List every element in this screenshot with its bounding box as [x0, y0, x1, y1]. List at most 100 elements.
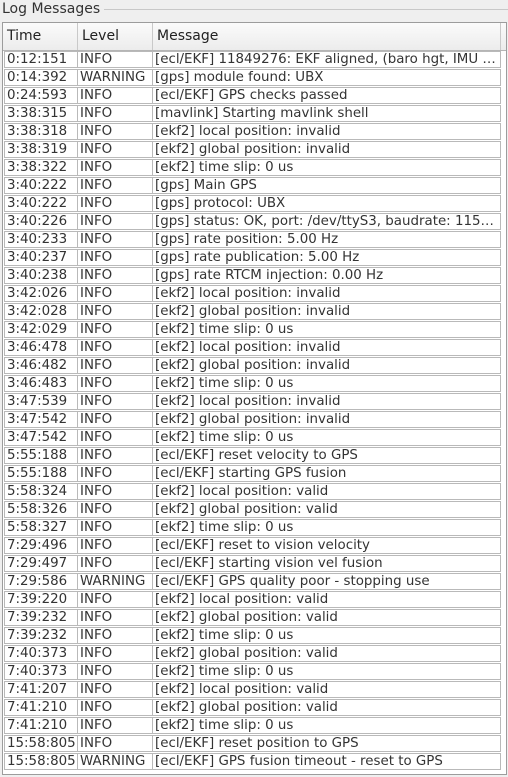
log-level-cell: INFO: [78, 465, 153, 482]
log-message-cell: [ekf2] time slip: 0 us: [153, 159, 501, 176]
table-row[interactable]: 7:40:373 INFO [ekf2] time slip: 0 us: [3, 663, 506, 681]
column-header-time[interactable]: Time: [3, 23, 78, 50]
log-level-cell: INFO: [78, 51, 153, 68]
log-level-cell: INFO: [78, 483, 153, 500]
log-time-cell: 3:40:237: [4, 249, 78, 266]
log-message-cell: [gps] protocol: UBX: [153, 195, 501, 212]
log-time-cell: 7:41:207: [4, 681, 78, 698]
log-level-cell: WARNING: [78, 69, 153, 86]
table-row[interactable]: 3:38:322 INFO [ekf2] time slip: 0 us: [3, 159, 506, 177]
table-row[interactable]: 7:41:210 INFO [ekf2] global position: vali…: [3, 699, 506, 717]
log-time-cell: 3:46:483: [4, 375, 78, 392]
log-time-cell: 7:29:496: [4, 537, 78, 554]
log-level-cell: INFO: [78, 699, 153, 716]
table-row[interactable]: 3:40:226 INFO [gps] status: OK, port: /dev…: [3, 213, 506, 231]
table-row[interactable]: 7:29:497 INFO [ecl/EKF] starting vision ve…: [3, 555, 506, 573]
log-level-cell: INFO: [78, 663, 153, 680]
log-level-cell: WARNING: [78, 573, 153, 590]
log-time-cell: 3:38:322: [4, 159, 78, 176]
log-time-cell: 3:42:029: [4, 321, 78, 338]
table-row[interactable]: 15:58:805 WARNING [ecl/EKF] GPS fusion tim…: [3, 753, 506, 771]
log-message-cell: [ekf2] local position: valid: [153, 681, 501, 698]
log-level-cell: INFO: [78, 411, 153, 428]
log-time-cell: 3:42:026: [4, 285, 78, 302]
log-time-cell: 0:14:392: [4, 69, 78, 86]
log-level-cell: INFO: [78, 87, 153, 104]
log-time-cell: 3:40:226: [4, 213, 78, 230]
table-row[interactable]: 7:29:496 INFO [ecl/EKF] reset to vision ve…: [3, 537, 506, 555]
log-message-cell: [ekf2] local position: invalid: [153, 123, 501, 140]
table-row[interactable]: 3:46:478 INFO [ekf2] local position: inval…: [3, 339, 506, 357]
log-message-cell: [ekf2] global position: invalid: [153, 303, 501, 320]
table-row[interactable]: 0:24:593 INFO [ecl/EKF] GPS checks passed: [3, 87, 506, 105]
log-message-cell: [ecl/EKF] reset position to GPS: [153, 735, 501, 752]
table-row[interactable]: 5:58:324 INFO [ekf2] local position: valid: [3, 483, 506, 501]
log-time-cell: 15:58:805: [4, 735, 78, 752]
log-level-cell: INFO: [78, 627, 153, 644]
table-row[interactable]: 3:38:318 INFO [ekf2] local position: inval…: [3, 123, 506, 141]
table-row[interactable]: 3:42:029 INFO [ekf2] time slip: 0 us: [3, 321, 506, 339]
log-level-cell: INFO: [78, 339, 153, 356]
table-row[interactable]: 0:12:151 INFO [ecl/EKF] 11849276: EKF alig…: [3, 51, 506, 69]
log-level-cell: INFO: [78, 591, 153, 608]
log-time-cell: 3:40:238: [4, 267, 78, 284]
log-time-cell: 3:40:222: [4, 177, 78, 194]
log-message-cell: [gps] rate RTCM injection: 0.00 Hz: [153, 267, 501, 284]
log-level-cell: INFO: [78, 231, 153, 248]
table-row[interactable]: 3:40:233 INFO [gps] rate position: 5.00 Hz: [3, 231, 506, 249]
log-message-cell: [mavlink] Starting mavlink shell: [153, 105, 501, 122]
table-row[interactable]: 3:46:483 INFO [ekf2] time slip: 0 us: [3, 375, 506, 393]
log-level-cell: INFO: [78, 213, 153, 230]
log-time-cell: 7:41:210: [4, 717, 78, 734]
table-row[interactable]: 3:40:238 INFO [gps] rate RTCM injection: 0…: [3, 267, 506, 285]
table-row[interactable]: 5:55:188 INFO [ecl/EKF] reset velocity to …: [3, 447, 506, 465]
table-row[interactable]: 7:39:232 INFO [ekf2] global position: vali…: [3, 609, 506, 627]
log-time-cell: 3:47:539: [4, 393, 78, 410]
log-message-cell: [ekf2] time slip: 0 us: [153, 627, 501, 644]
log-message-cell: [gps] module found: UBX: [153, 69, 501, 86]
log-level-cell: INFO: [78, 537, 153, 554]
log-message-cell: [ekf2] global position: invalid: [153, 357, 501, 374]
table-row[interactable]: 3:47:542 INFO [ekf2] time slip: 0 us: [3, 429, 506, 447]
log-level-cell: INFO: [78, 249, 153, 266]
table-row[interactable]: 7:39:232 INFO [ekf2] time slip: 0 us: [3, 627, 506, 645]
log-time-cell: 5:58:326: [4, 501, 78, 518]
table-row[interactable]: 7:29:586 WARNING [ecl/EKF] GPS quality poo…: [3, 573, 506, 591]
log-message-cell: [ecl/EKF] GPS quality poor - stopping us…: [153, 573, 501, 590]
log-message-cell: [gps] rate position: 5.00 Hz: [153, 231, 501, 248]
log-time-cell: 7:41:210: [4, 699, 78, 716]
table-row[interactable]: 3:46:482 INFO [ekf2] global position: inva…: [3, 357, 506, 375]
log-message-cell: [ekf2] local position: invalid: [153, 285, 501, 302]
table-row[interactable]: 7:40:373 INFO [ekf2] global position: vali…: [3, 645, 506, 663]
log-message-cell: [ekf2] global position: valid: [153, 699, 501, 716]
log-time-cell: 3:47:542: [4, 429, 78, 446]
table-row[interactable]: 15:58:805 INFO [ecl/EKF] reset position to…: [3, 735, 506, 753]
log-level-cell: INFO: [78, 159, 153, 176]
table-row[interactable]: 5:58:327 INFO [ekf2] time slip: 0 us: [3, 519, 506, 537]
table-row[interactable]: 7:41:207 INFO [ekf2] local position: valid: [3, 681, 506, 699]
log-level-cell: INFO: [78, 429, 153, 446]
log-messages-panel: Log Messages Time Level Message 0:12:151…: [0, 0, 508, 777]
table-row[interactable]: 5:55:188 INFO [ecl/EKF] starting GPS fusio…: [3, 465, 506, 483]
table-row[interactable]: 3:40:237 INFO [gps] rate publication: 5.00…: [3, 249, 506, 267]
table-row[interactable]: 7:39:220 INFO [ekf2] local position: valid: [3, 591, 506, 609]
table-row[interactable]: 3:42:026 INFO [ekf2] local position: inval…: [3, 285, 506, 303]
table-row[interactable]: 3:38:315 INFO [mavlink] Starting mavlink s…: [3, 105, 506, 123]
column-header-level[interactable]: Level: [78, 23, 153, 50]
log-level-cell: INFO: [78, 195, 153, 212]
table-row[interactable]: 3:47:542 INFO [ekf2] global position: inva…: [3, 411, 506, 429]
table-row[interactable]: 3:47:539 INFO [ekf2] local position: inval…: [3, 393, 506, 411]
table-row[interactable]: 0:14:392 WARNING [gps] module found: UBX: [3, 69, 506, 87]
log-message-cell: [gps] Main GPS: [153, 177, 501, 194]
table-row[interactable]: 3:40:222 INFO [gps] Main GPS: [3, 177, 506, 195]
log-table[interactable]: Time Level Message 0:12:151 INFO [ecl/EKF]…: [2, 22, 507, 775]
log-level-cell: INFO: [78, 501, 153, 518]
table-row[interactable]: 3:42:028 INFO [ekf2] global position: inva…: [3, 303, 506, 321]
table-row[interactable]: 3:38:319 INFO [ekf2] global position: inva…: [3, 141, 506, 159]
log-level-cell: INFO: [78, 141, 153, 158]
column-header-message[interactable]: Message: [153, 23, 501, 50]
table-row[interactable]: 5:58:326 INFO [ekf2] global position: vali…: [3, 501, 506, 519]
log-message-cell: [ekf2] time slip: 0 us: [153, 663, 501, 680]
table-row[interactable]: 3:40:222 INFO [gps] protocol: UBX: [3, 195, 506, 213]
table-row[interactable]: 7:41:210 INFO [ekf2] time slip: 0 us: [3, 717, 506, 735]
